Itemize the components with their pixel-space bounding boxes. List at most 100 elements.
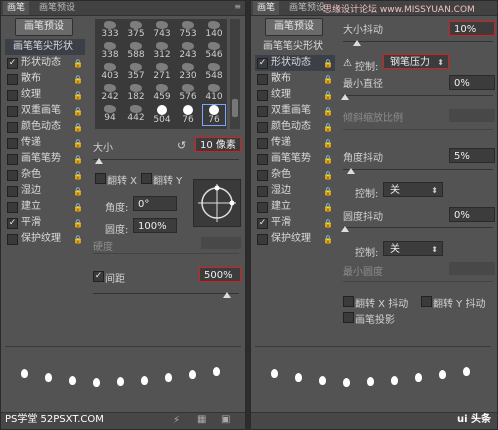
- list-item[interactable]: 画笔笔势 🔒: [5, 151, 85, 167]
- roundness-jitter-knob[interactable]: [341, 226, 349, 232]
- brush-tip[interactable]: 588: [125, 42, 147, 62]
- brush-tip[interactable]: 271: [151, 63, 173, 83]
- setting-checkbox[interactable]: [7, 138, 18, 149]
- grid-icon[interactable]: ▦: [197, 414, 206, 425]
- scroll-thumb[interactable]: [232, 99, 238, 117]
- setting-checkbox[interactable]: [7, 202, 18, 213]
- brush-tip-scrollbar[interactable]: [230, 19, 240, 129]
- angle-jitter-knob[interactable]: [347, 168, 355, 174]
- tab-brush-presets[interactable]: 画笔预设: [35, 1, 79, 15]
- list-item[interactable]: 建立 🔒: [5, 199, 85, 215]
- size-control-select[interactable]: 钢笔压力 ⬍: [383, 54, 449, 69]
- list-item[interactable]: 颜色动态 🔒: [5, 119, 85, 135]
- brush-presets-button[interactable]: 画笔预设: [15, 18, 73, 36]
- size-jitter-field[interactable]: 10%: [449, 21, 495, 36]
- min-diameter-field[interactable]: 0%: [449, 75, 495, 90]
- spacing-checkbox[interactable]: ✓: [93, 271, 104, 282]
- setting-checkbox[interactable]: [257, 202, 268, 213]
- setting-checkbox[interactable]: [257, 74, 268, 85]
- list-item[interactable]: ✓ 形状动态 🔒: [5, 55, 85, 71]
- list-item[interactable]: 传递 🔒: [255, 135, 335, 151]
- lock-icon[interactable]: 🔒: [323, 136, 333, 152]
- lock-icon[interactable]: 🔒: [73, 232, 83, 248]
- setting-checkbox[interactable]: ✓: [257, 58, 268, 69]
- lock-icon[interactable]: 🔒: [323, 104, 333, 120]
- lock-icon[interactable]: 🔒: [73, 88, 83, 104]
- list-item[interactable]: 双重画笔 🔒: [255, 103, 335, 119]
- tab-brush[interactable]: 画笔: [3, 1, 30, 15]
- setting-checkbox[interactable]: [257, 154, 268, 165]
- lock-icon[interactable]: 🔒: [73, 152, 83, 168]
- brush-tip[interactable]: 338: [99, 42, 121, 62]
- setting-checkbox[interactable]: [257, 122, 268, 133]
- new-brush-icon[interactable]: ▣: [221, 414, 230, 425]
- lock-icon[interactable]: 🔒: [323, 120, 333, 136]
- lock-icon[interactable]: 🔒: [73, 72, 83, 88]
- flip-y-jitter-checkbox[interactable]: [421, 296, 432, 307]
- brush-tip[interactable]: 546: [203, 42, 225, 62]
- lock-icon[interactable]: 🔒: [73, 184, 83, 200]
- size-field[interactable]: 10 像素: [195, 137, 241, 152]
- brush-tip[interactable]: 548: [203, 63, 225, 83]
- brush-tip[interactable]: 242: [99, 84, 121, 104]
- lock-icon[interactable]: 🔒: [323, 152, 333, 168]
- lock-icon[interactable]: 🔒: [323, 56, 333, 72]
- lock-icon[interactable]: 🔒: [323, 184, 333, 200]
- lock-icon[interactable]: 🔒: [323, 216, 333, 232]
- list-item[interactable]: ✓ 平滑 🔒: [255, 215, 335, 231]
- lock-icon[interactable]: 🔒: [73, 56, 83, 72]
- brush-tip[interactable]: 410: [203, 84, 225, 104]
- angle-roundness-widget[interactable]: [193, 179, 241, 227]
- tab-brush[interactable]: 画笔: [253, 1, 280, 15]
- toggle-preview-icon[interactable]: ⚡: [173, 415, 180, 426]
- min-diameter-slider[interactable]: [341, 94, 493, 102]
- setting-checkbox[interactable]: [257, 186, 268, 197]
- spacing-field[interactable]: 500%: [199, 267, 241, 282]
- setting-checkbox[interactable]: [257, 106, 268, 117]
- list-item[interactable]: 湿边 🔒: [255, 183, 335, 199]
- size-slider[interactable]: [93, 158, 239, 166]
- setting-checkbox[interactable]: ✓: [257, 218, 268, 229]
- list-item[interactable]: 保护纹理 🔒: [5, 231, 85, 247]
- angle-control-select[interactable]: 关 ⬍: [383, 182, 443, 197]
- brush-tip[interactable]: 504: [151, 105, 173, 125]
- spacing-slider[interactable]: [93, 292, 239, 300]
- setting-checkbox[interactable]: [257, 90, 268, 101]
- brush-tip[interactable]: 94: [99, 105, 121, 125]
- brush-tip[interactable]: 312: [151, 42, 173, 62]
- list-item[interactable]: 建立 🔒: [255, 199, 335, 215]
- angle-field[interactable]: 0°: [133, 196, 177, 211]
- list-item[interactable]: 杂色 🔒: [255, 167, 335, 183]
- lock-icon[interactable]: 🔒: [73, 120, 83, 136]
- size-jitter-knob[interactable]: [353, 40, 361, 46]
- brush-tip[interactable]: 743: [151, 21, 173, 41]
- size-jitter-slider[interactable]: [343, 40, 493, 48]
- list-item[interactable]: 颜色动态 🔒: [255, 119, 335, 135]
- angle-jitter-field[interactable]: 5%: [449, 148, 495, 163]
- lock-icon[interactable]: 🔒: [73, 168, 83, 184]
- roundness-control-select[interactable]: 关 ⬍: [383, 241, 443, 256]
- brush-tip[interactable]: 76: [202, 104, 226, 126]
- list-item[interactable]: 保护纹理 🔒: [255, 231, 335, 247]
- setting-checkbox[interactable]: [7, 74, 18, 85]
- brush-tip[interactable]: 76: [177, 105, 199, 125]
- brush-tip[interactable]: 375: [125, 21, 147, 41]
- lock-icon[interactable]: 🔒: [323, 88, 333, 104]
- spacing-slider-knob[interactable]: [223, 292, 231, 298]
- list-item[interactable]: ✓ 平滑 🔒: [5, 215, 85, 231]
- brush-tip[interactable]: 140: [203, 21, 225, 41]
- flip-x-checkbox[interactable]: [95, 173, 106, 184]
- brush-tip[interactable]: 333: [99, 21, 121, 41]
- lock-icon[interactable]: 🔒: [73, 200, 83, 216]
- brush-presets-button[interactable]: 画笔预设: [265, 18, 323, 36]
- list-item[interactable]: 散布 🔒: [5, 71, 85, 87]
- list-item[interactable]: 纹理 🔒: [255, 87, 335, 103]
- lock-icon[interactable]: 🔒: [73, 136, 83, 152]
- lock-icon[interactable]: 🔒: [323, 72, 333, 88]
- lock-icon[interactable]: 🔒: [323, 232, 333, 248]
- reset-size-icon[interactable]: ↺: [177, 139, 186, 152]
- list-item[interactable]: 双重画笔 🔒: [5, 103, 85, 119]
- angle-jitter-slider[interactable]: [343, 168, 493, 176]
- brush-tip[interactable]: 442: [125, 105, 147, 125]
- size-slider-knob[interactable]: [95, 158, 103, 164]
